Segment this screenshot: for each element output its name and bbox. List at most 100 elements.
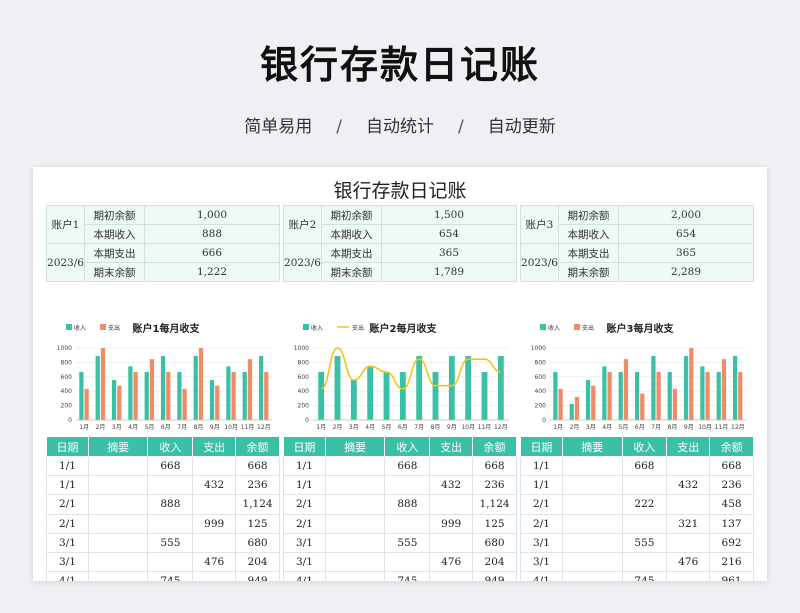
table-cell[interactable]: 3/1 xyxy=(283,532,326,553)
table-cell[interactable]: 1,124 xyxy=(235,494,280,515)
table-cell[interactable]: 3/1 xyxy=(520,532,563,553)
table-cell[interactable]: 137 xyxy=(709,513,754,534)
table-cell[interactable]: 1,124 xyxy=(472,494,517,515)
table-cell[interactable] xyxy=(429,571,474,581)
table-cell[interactable] xyxy=(147,551,194,573)
table-cell[interactable]: 2/1 xyxy=(283,494,326,515)
table-cell[interactable]: 458 xyxy=(709,494,754,515)
table-cell[interactable] xyxy=(87,494,149,515)
table-cell[interactable] xyxy=(621,475,668,496)
table-cell[interactable] xyxy=(87,455,149,477)
table-cell[interactable] xyxy=(87,475,149,496)
table-cell[interactable]: 432 xyxy=(666,475,711,496)
table-cell[interactable] xyxy=(192,455,237,477)
table-cell[interactable]: 204 xyxy=(472,551,517,573)
table-cell[interactable]: 4/1 xyxy=(283,571,326,581)
table-cell[interactable] xyxy=(666,532,711,553)
summary-value[interactable]: 888 xyxy=(144,224,280,244)
table-cell[interactable]: 2/1 xyxy=(46,513,89,534)
table-cell[interactable]: 4/1 xyxy=(520,571,563,581)
summary-value[interactable]: 2,289 xyxy=(618,262,754,282)
table-cell[interactable]: 1/1 xyxy=(283,455,326,477)
table-cell[interactable] xyxy=(324,475,386,496)
table-cell[interactable]: 2/1 xyxy=(283,513,326,534)
table-cell[interactable]: 236 xyxy=(709,475,754,496)
summary-value[interactable]: 1,500 xyxy=(381,205,517,225)
table-cell[interactable] xyxy=(561,532,623,553)
table-cell[interactable] xyxy=(561,475,623,496)
table-cell[interactable] xyxy=(666,571,711,581)
table-cell[interactable]: 668 xyxy=(235,455,280,477)
table-cell[interactable]: 680 xyxy=(472,532,517,553)
summary-value[interactable]: 1,000 xyxy=(144,205,280,225)
table-cell[interactable]: 236 xyxy=(472,475,517,496)
table-cell[interactable]: 476 xyxy=(666,551,711,573)
table-cell[interactable] xyxy=(384,551,431,573)
table-cell[interactable]: 321 xyxy=(666,513,711,534)
summary-value[interactable]: 1,789 xyxy=(381,262,517,282)
table-cell[interactable]: 476 xyxy=(192,551,237,573)
table-cell[interactable]: 236 xyxy=(235,475,280,496)
table-cell[interactable]: 555 xyxy=(621,532,668,553)
table-cell[interactable] xyxy=(621,513,668,534)
table-cell[interactable] xyxy=(561,513,623,534)
table-cell[interactable]: 432 xyxy=(429,475,474,496)
table-cell[interactable]: 1/1 xyxy=(283,475,326,496)
table-cell[interactable]: 2/1 xyxy=(520,494,563,515)
table-cell[interactable] xyxy=(324,532,386,553)
table-cell[interactable] xyxy=(87,571,149,581)
table-cell[interactable] xyxy=(666,455,711,477)
table-cell[interactable] xyxy=(324,551,386,573)
table-cell[interactable] xyxy=(192,494,237,515)
table-cell[interactable]: 222 xyxy=(621,494,668,515)
table-cell[interactable]: 668 xyxy=(384,455,431,477)
table-cell[interactable]: 680 xyxy=(235,532,280,553)
table-cell[interactable]: 3/1 xyxy=(283,551,326,573)
table-cell[interactable]: 125 xyxy=(472,513,517,534)
table-cell[interactable] xyxy=(384,475,431,496)
table-cell[interactable] xyxy=(561,551,623,573)
table-cell[interactable] xyxy=(192,532,237,553)
summary-value[interactable]: 365 xyxy=(618,243,754,263)
table-cell[interactable]: 668 xyxy=(709,455,754,477)
table-cell[interactable] xyxy=(87,513,149,534)
table-cell[interactable]: 216 xyxy=(709,551,754,573)
summary-value[interactable]: 365 xyxy=(381,243,517,263)
table-cell[interactable] xyxy=(324,571,386,581)
table-cell[interactable]: 692 xyxy=(709,532,754,553)
table-cell[interactable]: 1/1 xyxy=(46,455,89,477)
table-cell[interactable] xyxy=(324,513,386,534)
table-cell[interactable] xyxy=(561,571,623,581)
table-cell[interactable] xyxy=(429,532,474,553)
table-cell[interactable] xyxy=(429,455,474,477)
table-cell[interactable]: 3/1 xyxy=(520,551,563,573)
table-cell[interactable]: 476 xyxy=(429,551,474,573)
summary-value[interactable]: 2,000 xyxy=(618,205,754,225)
summary-value[interactable]: 1,222 xyxy=(144,262,280,282)
table-cell[interactable]: 745 xyxy=(621,571,668,581)
table-cell[interactable]: 888 xyxy=(384,494,431,515)
table-cell[interactable] xyxy=(324,455,386,477)
table-cell[interactable]: 2/1 xyxy=(520,513,563,534)
table-cell[interactable]: 432 xyxy=(192,475,237,496)
table-cell[interactable]: 999 xyxy=(429,513,474,534)
summary-value[interactable]: 654 xyxy=(618,224,754,244)
table-cell[interactable] xyxy=(87,532,149,553)
table-cell[interactable] xyxy=(87,551,149,573)
table-cell[interactable] xyxy=(384,513,431,534)
table-cell[interactable] xyxy=(666,494,711,515)
table-cell[interactable]: 1/1 xyxy=(520,455,563,477)
table-cell[interactable] xyxy=(561,455,623,477)
table-cell[interactable] xyxy=(147,513,194,534)
table-cell[interactable]: 204 xyxy=(235,551,280,573)
table-cell[interactable]: 125 xyxy=(235,513,280,534)
summary-value[interactable]: 666 xyxy=(144,243,280,263)
table-cell[interactable]: 745 xyxy=(147,571,194,581)
table-cell[interactable] xyxy=(621,551,668,573)
table-cell[interactable]: 949 xyxy=(472,571,517,581)
table-cell[interactable] xyxy=(561,494,623,515)
table-cell[interactable] xyxy=(147,475,194,496)
table-cell[interactable]: 1/1 xyxy=(46,475,89,496)
table-cell[interactable]: 4/1 xyxy=(46,571,89,581)
table-cell[interactable]: 888 xyxy=(147,494,194,515)
